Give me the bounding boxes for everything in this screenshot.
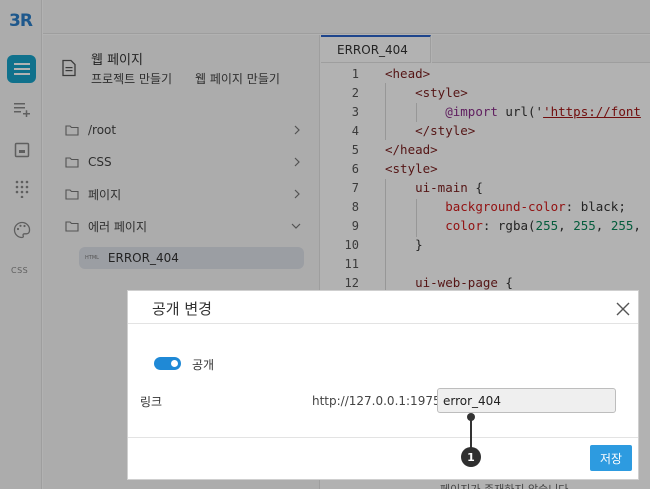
publish-dialog: 공개 변경 공개 링크 http://127.0.0.1:1975/ 저장 [127, 290, 639, 480]
dialog-divider [128, 323, 638, 324]
callout-badge: 1 [461, 447, 481, 467]
link-label: 링크 [140, 395, 163, 409]
public-toggle-label: 공개 [192, 358, 215, 372]
public-toggle[interactable] [154, 357, 181, 370]
link-prefix: http://127.0.0.1:1975/ [312, 394, 445, 408]
dialog-title: 공개 변경 [152, 300, 212, 318]
dialog-footer-divider [128, 437, 638, 438]
toggle-knob [171, 360, 178, 367]
close-icon[interactable] [616, 302, 630, 316]
save-button[interactable]: 저장 [590, 445, 632, 471]
link-input[interactable] [437, 388, 616, 413]
background-text: 페이지가 존재하지 않습니다 [440, 481, 568, 489]
